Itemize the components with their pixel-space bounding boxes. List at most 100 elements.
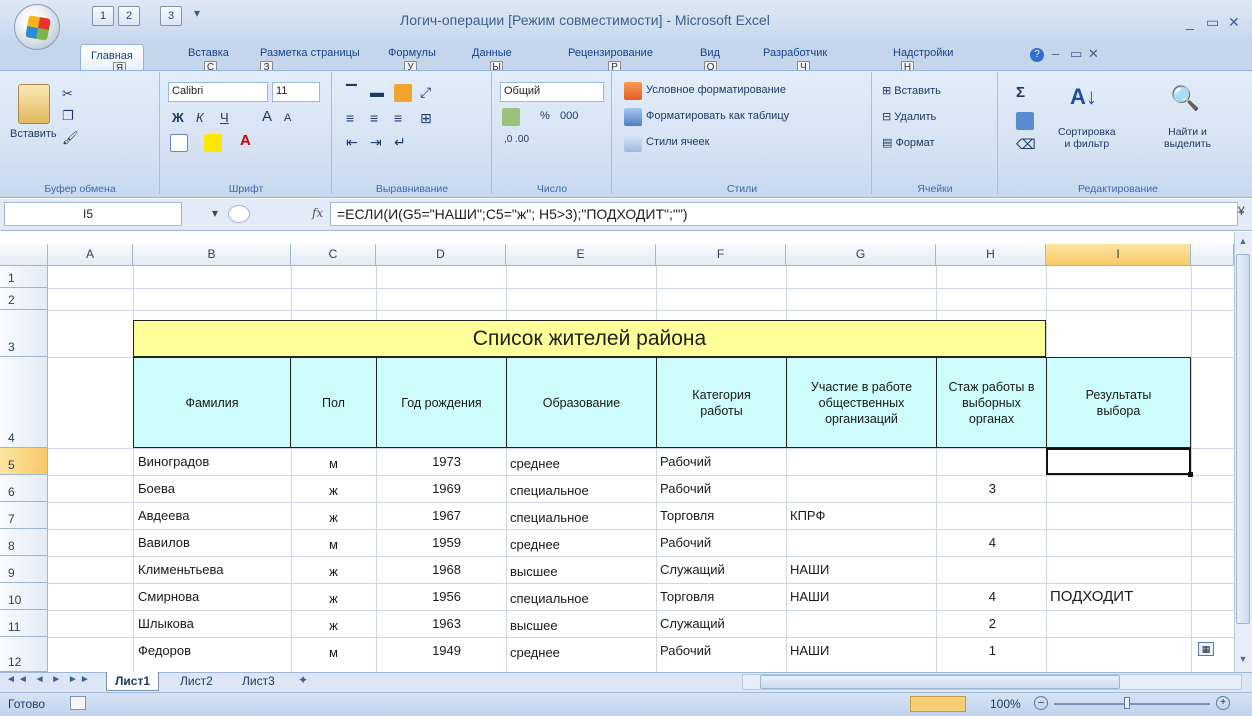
sheet-nav-icon[interactable]: ◄◄ ◄ ► ►► [6, 674, 92, 685]
zoom-level[interactable]: 100% [990, 697, 1021, 711]
row-header-9[interactable]: 9 [0, 556, 48, 583]
undo-icon[interactable]: 2 [118, 6, 140, 26]
cell-sex[interactable]: ж [291, 510, 376, 525]
cell-result[interactable]: ПОДХОДИТ [1050, 588, 1133, 605]
fill-icon[interactable] [1016, 112, 1034, 130]
zoom-slider-thumb[interactable] [1124, 697, 1130, 709]
cell-education[interactable]: специальное [510, 483, 589, 498]
thousands-button[interactable]: 000 [560, 110, 578, 122]
tab-data[interactable]: Данные Ы [472, 47, 512, 74]
align-center-icon[interactable]: ≡ [370, 110, 378, 126]
italic-button[interactable]: К [196, 110, 204, 125]
align-right-icon[interactable]: ≡ [394, 110, 402, 126]
cell-birth-year[interactable]: 1949 [376, 643, 461, 658]
table-title-cell[interactable]: Список жителей района [133, 320, 1046, 357]
zoom-slider[interactable] [1054, 703, 1210, 705]
conditional-format-button[interactable]: Условное форматирование [646, 84, 786, 96]
cell-public-orgs[interactable]: НАШИ [790, 643, 829, 658]
paste-options-icon[interactable]: ▦ [1198, 642, 1214, 656]
scroll-thumb[interactable] [1236, 254, 1250, 624]
cell-birth-year[interactable]: 1967 [376, 508, 461, 523]
column-header-a[interactable]: A [48, 244, 133, 266]
cell-service-years[interactable]: 4 [936, 535, 996, 550]
cell-birth-year[interactable]: 1969 [376, 481, 461, 496]
cell-public-orgs[interactable]: НАШИ [790, 589, 829, 604]
increase-decimal-icon[interactable]: ,0 .00 [504, 134, 529, 145]
redo-icon[interactable]: 3 [160, 6, 182, 26]
align-left-icon[interactable]: ≡ [346, 110, 354, 126]
format-cells-button[interactable]: ▤ Формат [882, 136, 935, 149]
cell-work-category[interactable]: Торговля [660, 589, 714, 604]
cell-sex[interactable]: ж [291, 591, 376, 606]
zoom-out-icon[interactable]: – [1034, 696, 1048, 710]
font-color-icon[interactable]: A [240, 132, 251, 149]
cell-work-category[interactable]: Служащий [660, 616, 725, 631]
row-header-5[interactable]: 5 [0, 448, 48, 475]
increase-indent-icon[interactable]: ⇥ [370, 134, 382, 151]
sheet-tab-3[interactable]: Лист3 [234, 672, 283, 691]
sheet-tab-2[interactable]: Лист2 [172, 672, 221, 691]
column-header-c[interactable]: C [291, 244, 376, 266]
scroll-up-icon[interactable]: ▲ [1236, 236, 1250, 250]
insert-cells-button[interactable]: ⊞ Вставить [882, 84, 941, 97]
restore-icon[interactable]: ▭ [1206, 14, 1219, 31]
fill-color-icon[interactable] [204, 134, 222, 152]
row-header-2[interactable]: 2 [0, 288, 48, 310]
workbook-minimize-icon[interactable]: – [1052, 46, 1059, 61]
copy-icon[interactable]: ❐ [62, 108, 74, 124]
view-buttons[interactable] [910, 696, 966, 712]
cell-surname[interactable]: Клименьтьева [138, 562, 223, 577]
grow-font-button[interactable]: A [262, 108, 272, 125]
percent-button[interactable]: % [540, 110, 550, 122]
align-bottom-icon[interactable] [394, 84, 412, 102]
column-header-j[interactable] [1191, 244, 1234, 266]
row-header-10[interactable]: 10 [0, 583, 48, 610]
header-service-years[interactable]: Стаж работы в выборных органах [936, 357, 1047, 448]
borders-icon[interactable] [170, 134, 188, 152]
cell-surname[interactable]: Авдеева [138, 508, 189, 523]
office-button[interactable] [14, 4, 60, 50]
save-icon[interactable]: 1 [92, 6, 114, 26]
column-header-h[interactable]: H [936, 244, 1046, 266]
header-surname[interactable]: Фамилия [133, 357, 291, 448]
paste-button[interactable]: Вставить [10, 128, 57, 140]
zoom-in-icon[interactable]: + [1216, 696, 1230, 710]
row-header-3[interactable]: 3 [0, 310, 48, 357]
column-header-i[interactable]: I [1046, 244, 1191, 266]
cell-surname[interactable]: Боева [138, 481, 175, 496]
header-sex[interactable]: Пол [290, 357, 377, 448]
cell-sex[interactable]: м [291, 456, 376, 471]
header-result[interactable]: Результаты выбора [1046, 357, 1191, 448]
cell-birth-year[interactable]: 1959 [376, 535, 461, 550]
row-header-12[interactable]: 12 [0, 637, 48, 672]
cell-sex[interactable]: ж [291, 618, 376, 633]
row-header-6[interactable]: 6 [0, 475, 48, 502]
cell-education[interactable]: специальное [510, 591, 589, 606]
decrease-indent-icon[interactable]: ⇤ [346, 134, 358, 151]
cell-service-years[interactable]: 1 [936, 643, 996, 658]
scroll-down-icon[interactable]: ▼ [1236, 654, 1250, 668]
expand-formula-bar-icon[interactable]: ¥ [1238, 204, 1245, 218]
currency-icon[interactable] [502, 108, 520, 126]
row-header-7[interactable]: 7 [0, 502, 48, 529]
column-header-g[interactable]: G [786, 244, 936, 266]
cell-work-category[interactable]: Торговля [660, 508, 714, 523]
cell-service-years[interactable]: 3 [936, 481, 996, 496]
delete-cells-button[interactable]: ⊟ Удалить [882, 110, 936, 123]
cell-work-category[interactable]: Рабочий [660, 643, 711, 658]
help-icon[interactable]: ? [1030, 48, 1044, 62]
cell-service-years[interactable]: 4 [936, 589, 996, 604]
header-work-category[interactable]: Категория работы [656, 357, 787, 448]
row-header-4[interactable]: 4 [0, 357, 48, 448]
select-all-button[interactable] [0, 244, 48, 266]
cell-surname[interactable]: Вавилов [138, 535, 190, 550]
workbook-restore-icon[interactable]: ▭ [1070, 46, 1082, 62]
orientation-icon[interactable]: ⤢ [420, 84, 431, 101]
font-name-select[interactable]: Calibri [168, 82, 268, 102]
tab-formulas[interactable]: Формулы У [388, 47, 436, 74]
number-format-select[interactable]: Общий [500, 82, 604, 102]
formula-bar-button[interactable] [228, 205, 250, 223]
align-top-icon[interactable]: ▔ [346, 84, 357, 101]
row-header-8[interactable]: 8 [0, 529, 48, 556]
cell-sex[interactable]: ж [291, 564, 376, 579]
